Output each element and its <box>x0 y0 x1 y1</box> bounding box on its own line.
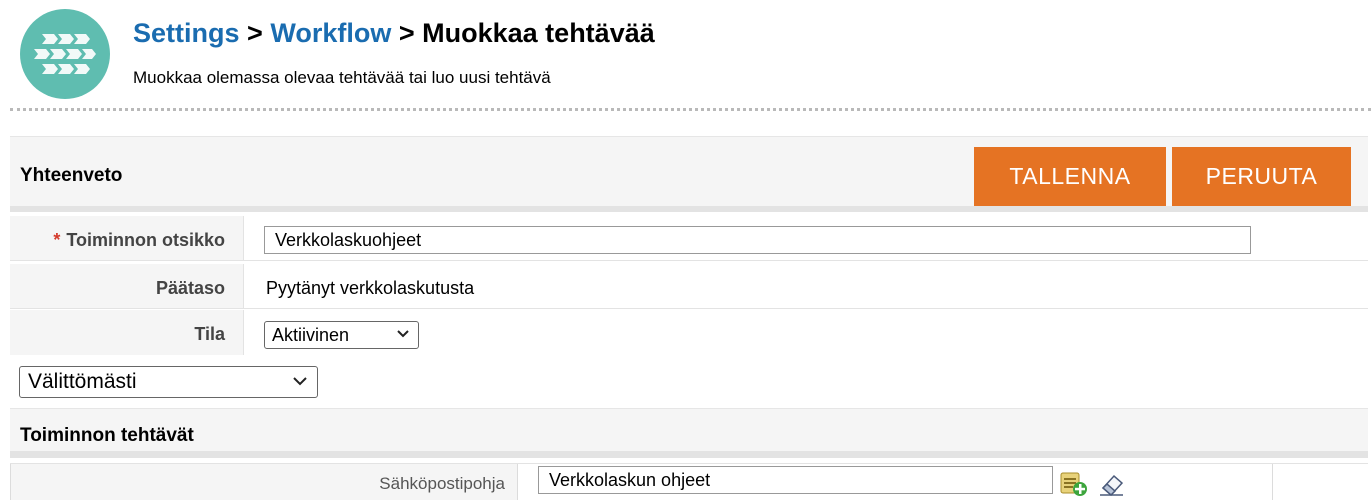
level-field-label: Päätaso <box>155 278 225 298</box>
timing-select-value: Välittömästi <box>28 370 137 393</box>
breadcrumb-separator: > <box>398 18 415 48</box>
chevron-down-icon <box>293 377 307 386</box>
status-field-label: Tila <box>194 324 225 344</box>
cancel-button[interactable]: PERUUTA <box>1172 147 1351 206</box>
form-label-cell: * Toiminnon otsikko <box>10 216 244 260</box>
email-template-label: Sähköpostipohja <box>379 474 505 493</box>
timing-select[interactable]: Välittömästi <box>19 366 318 398</box>
app-logo <box>20 9 110 99</box>
form-row-status: Tila Aktiivinen <box>10 310 1368 355</box>
breadcrumb-workflow-link[interactable]: Workflow <box>270 18 391 48</box>
email-template-input[interactable]: Verkkolaskun ohjeet <box>538 466 1053 494</box>
header-divider <box>10 108 1371 111</box>
tasks-section-header: Toiminnon tehtävät <box>10 408 1368 458</box>
form-label-cell: Tila <box>10 310 244 355</box>
summary-title: Yhteenveto <box>20 165 123 186</box>
title-field-label: * Toiminnon otsikko <box>53 230 225 251</box>
breadcrumb-current: Muokkaa tehtävää <box>422 18 655 48</box>
task-row-email-template: Sähköpostipohja Verkkolaskun ohjeet <box>10 463 1368 500</box>
add-template-icon[interactable] <box>1059 470 1089 498</box>
workflow-chevrons-icon <box>34 34 96 74</box>
breadcrumb-settings-link[interactable]: Settings <box>133 18 240 48</box>
save-button[interactable]: TALLENNA <box>974 147 1166 206</box>
chevron-down-icon <box>397 330 409 338</box>
tasks-title: Toiminnon tehtävät <box>20 425 194 446</box>
status-select[interactable]: Aktiivinen <box>264 321 419 349</box>
title-label-text: Toiminnon otsikko <box>66 230 225 250</box>
breadcrumb-separator: > <box>247 18 263 48</box>
page-subtitle: Muokkaa olemassa olevaa tehtävää tai luo… <box>133 68 551 87</box>
summary-section-header: Yhteenveto TALLENNA PERUUTA <box>10 136 1368 212</box>
task-row-divider <box>1272 464 1273 500</box>
form-label-cell: Päätaso <box>10 264 244 308</box>
required-marker: * <box>53 230 61 250</box>
task-label-cell: Sähköpostipohja <box>10 464 518 500</box>
status-select-value: Aktiivinen <box>272 325 350 345</box>
level-value: Pyytänyt verkkolaskutusta <box>266 278 475 298</box>
form-row-level: Päätaso Pyytänyt verkkolaskutusta <box>10 264 1368 309</box>
title-input[interactable]: Verkkolaskuohjeet <box>264 226 1251 254</box>
summary-form: * Toiminnon otsikko Verkkolaskuohjeet Pää… <box>10 216 1368 356</box>
form-row-title: * Toiminnon otsikko Verkkolaskuohjeet <box>10 216 1368 261</box>
eraser-icon[interactable] <box>1097 470 1127 498</box>
page-title: Settings > Workflow > Muokkaa tehtävää <box>133 18 655 49</box>
